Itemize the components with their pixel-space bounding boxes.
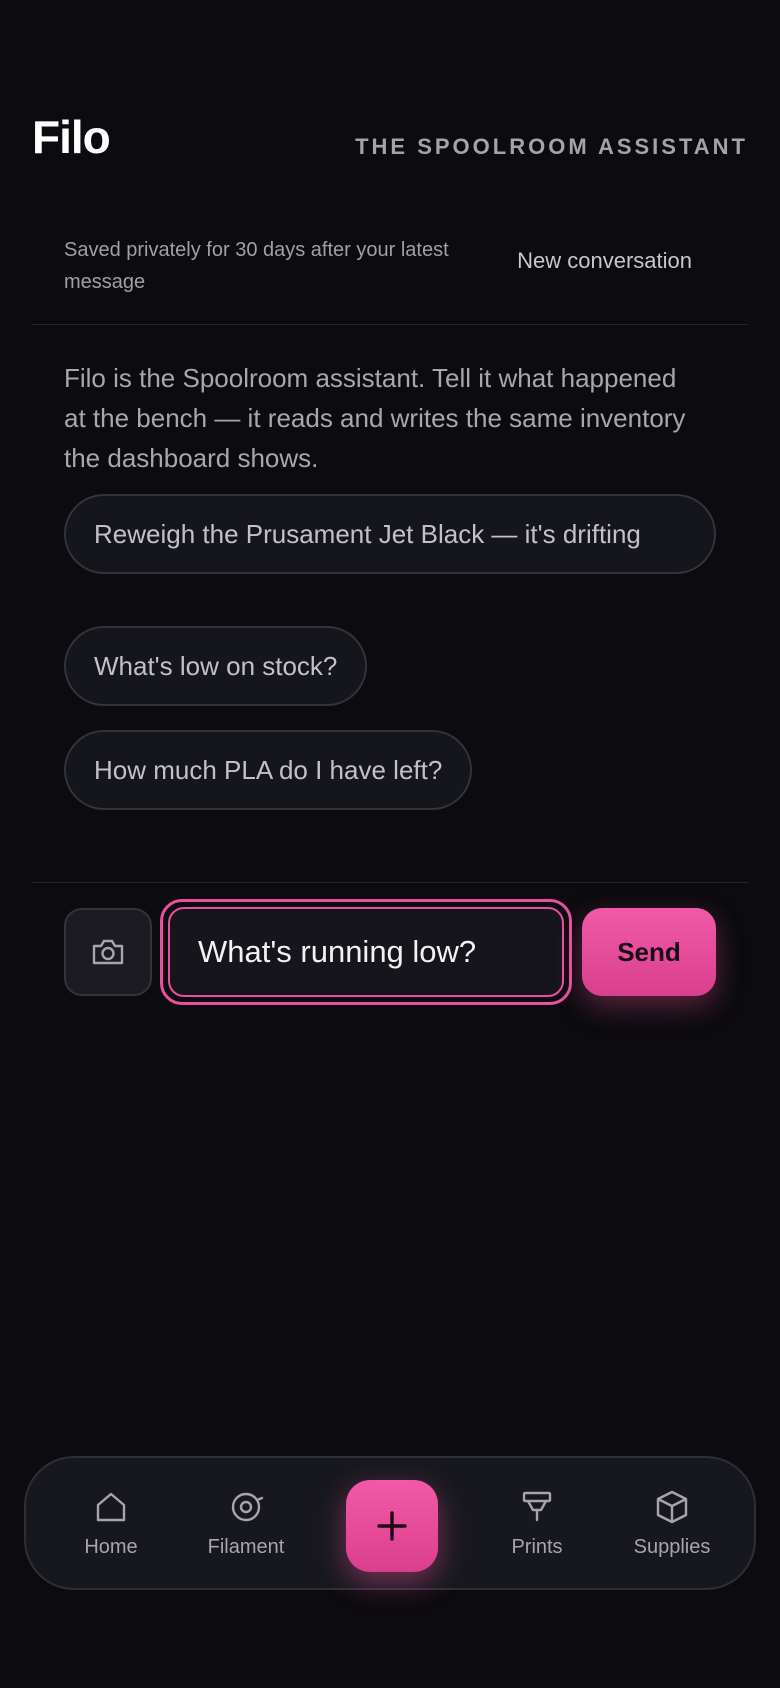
camera-button[interactable] xyxy=(64,908,152,996)
send-button[interactable]: Send xyxy=(582,908,716,996)
suggestion-chip[interactable]: Reweigh the Prusament Jet Black — it's d… xyxy=(64,494,716,574)
session-bar: Saved privately for 30 days after your l… xyxy=(32,228,748,325)
camera-icon xyxy=(92,939,124,965)
bottom-nav: Home Filament Prints Supplies xyxy=(24,1456,756,1590)
message-input[interactable] xyxy=(168,907,564,997)
message-input-focus-ring xyxy=(160,899,572,1005)
nav-label: Prints xyxy=(511,1536,563,1558)
nav-label: Supplies xyxy=(633,1536,711,1558)
spool-icon xyxy=(231,1492,264,1522)
nav-label: Filament xyxy=(207,1536,285,1558)
nozzle-icon xyxy=(522,1491,552,1522)
home-icon xyxy=(96,1492,126,1522)
suggestion-chip[interactable]: How much PLA do I have left? xyxy=(64,730,473,810)
box-icon xyxy=(656,1490,688,1524)
suggestion-chip[interactable]: What's low on stock? xyxy=(64,626,368,706)
header: Filo THE SPOOLROOM ASSISTANT xyxy=(32,110,748,170)
page-tagline: THE SPOOLROOM ASSISTANT xyxy=(355,134,748,159)
new-conversation-button[interactable]: New conversation xyxy=(517,248,692,274)
nav-item-prints[interactable]: Prints xyxy=(477,1488,597,1568)
nav-item-filament[interactable]: Filament xyxy=(186,1488,306,1568)
nav-label: Home xyxy=(84,1536,138,1558)
privacy-note: Saved privately for 30 days after your l… xyxy=(64,239,449,293)
plus-icon xyxy=(377,1511,407,1541)
add-button[interactable] xyxy=(346,1480,438,1572)
nav-item-home[interactable]: Home xyxy=(51,1488,171,1568)
assistant-intro: Filo is the Spoolroom assistant. Tell it… xyxy=(64,363,686,473)
composer-divider xyxy=(32,882,748,883)
page-title: Filo xyxy=(32,111,111,163)
nav-item-supplies[interactable]: Supplies xyxy=(612,1488,732,1568)
